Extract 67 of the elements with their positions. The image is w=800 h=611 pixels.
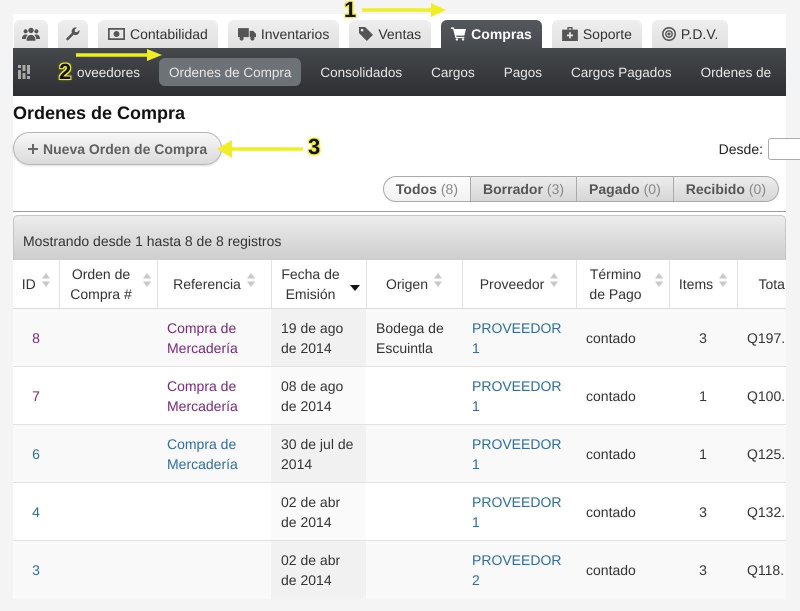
new-order-button[interactable]: Nueva Orden de Compra bbox=[13, 132, 222, 165]
tab[interactable]: Contabilidad bbox=[98, 20, 218, 48]
tab[interactable]: Compras bbox=[441, 20, 542, 48]
table-cell: 30 de jul de 2014 bbox=[271, 424, 366, 482]
grid-icon bbox=[18, 65, 30, 79]
column-header[interactable]: ID bbox=[13, 260, 59, 308]
records-info-bar: Mostrando desde 1 hasta 8 de 8 registros bbox=[13, 215, 786, 260]
tag-icon bbox=[359, 27, 374, 41]
truck-icon bbox=[238, 27, 256, 41]
target-icon bbox=[662, 27, 676, 41]
filter-button[interactable]: Recibido (0) bbox=[674, 176, 779, 202]
table-cell: 02 de abr de 2014 bbox=[271, 540, 366, 598]
banknote-icon bbox=[108, 28, 125, 40]
column-header[interactable]: Orden de Compra # bbox=[59, 260, 157, 308]
tab[interactable]: Ventas bbox=[349, 20, 432, 48]
supplier-link[interactable]: PROVEEDOR 1 bbox=[472, 376, 566, 416]
subnav-item[interactable]: Ordenes de Compra bbox=[159, 58, 302, 86]
page-title: Ordenes de Compra bbox=[13, 103, 186, 123]
callout-number: 2 bbox=[59, 61, 72, 83]
tab[interactable]: P.D.V. bbox=[652, 20, 728, 48]
reference-link[interactable]: Compra de Mercadería bbox=[167, 434, 261, 474]
column-header[interactable]: Referencia bbox=[157, 260, 271, 308]
supplier-link[interactable]: PROVEEDOR 1 bbox=[472, 492, 566, 532]
table-cell: Q118. bbox=[737, 540, 786, 598]
id-link[interactable]: 7 bbox=[32, 386, 40, 406]
wrench-icon bbox=[66, 27, 80, 41]
column-header[interactable]: Proveedor bbox=[462, 260, 576, 308]
subnav-item[interactable]: Ordenes de bbox=[700, 62, 772, 82]
supplier-link[interactable]: PROVEEDOR 2 bbox=[472, 550, 566, 590]
cart-icon bbox=[451, 27, 466, 41]
subnav-item[interactable]: oveedores bbox=[77, 62, 140, 82]
table-cell: contado bbox=[576, 540, 669, 598]
id-link[interactable]: 6 bbox=[32, 444, 40, 464]
subnav-item[interactable]: Cargos bbox=[431, 62, 475, 82]
subnav-item[interactable]: Consolidados bbox=[320, 62, 402, 82]
column-header[interactable]: Término de Pago bbox=[576, 260, 669, 308]
filter-button[interactable]: Borrador (3) bbox=[471, 176, 578, 202]
users-icon bbox=[22, 27, 40, 41]
supplier-link[interactable]: PROVEEDOR 1 bbox=[472, 434, 566, 474]
table-cell: 08 de ago de 2014 bbox=[271, 366, 366, 424]
id-link[interactable]: 3 bbox=[32, 560, 40, 580]
date-field[interactable] bbox=[768, 138, 800, 160]
tab[interactable]: Inventarios bbox=[228, 20, 340, 48]
reference-link[interactable]: Compra de Mercadería bbox=[167, 318, 261, 358]
id-link[interactable]: 4 bbox=[32, 502, 40, 522]
tab[interactable]: Soporte bbox=[552, 20, 642, 48]
table-cell: 02 de abr de 2014 bbox=[271, 482, 366, 540]
column-header[interactable]: Tota bbox=[737, 260, 786, 308]
supplier-link[interactable]: PROVEEDOR 1 bbox=[472, 318, 566, 358]
plus-icon bbox=[28, 144, 38, 154]
column-header[interactable]: Origen bbox=[366, 260, 462, 308]
callout-number: 1 bbox=[344, 0, 356, 21]
table-cell: 3 bbox=[669, 540, 737, 598]
filter-button[interactable]: Todos (8) bbox=[382, 176, 472, 202]
subnav-item[interactable]: Cargos Pagados bbox=[570, 62, 672, 82]
table-cell: 19 de ago de 2014 bbox=[271, 308, 366, 366]
column-header[interactable]: Items bbox=[669, 260, 737, 308]
first-aid-kit-icon bbox=[562, 27, 578, 41]
id-link[interactable]: 8 bbox=[32, 328, 40, 348]
filter-button[interactable]: Pagado (0) bbox=[577, 176, 674, 202]
subnav-item[interactable]: Pagos bbox=[504, 62, 542, 82]
reference-link[interactable]: Compra de Mercadería bbox=[167, 376, 261, 416]
callout-number: 3 bbox=[308, 136, 320, 158]
field-label: Desde: bbox=[718, 140, 763, 156]
column-header[interactable]: Fecha de Emisión bbox=[271, 260, 366, 308]
tab[interactable] bbox=[58, 20, 88, 48]
tab[interactable] bbox=[14, 20, 48, 48]
